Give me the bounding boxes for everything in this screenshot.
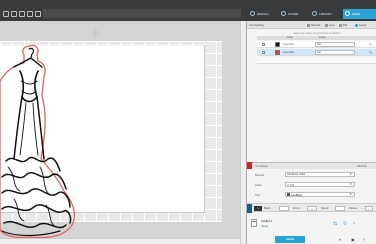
pause-icon[interactable]: ⏸ [339,237,341,242]
passes-field[interactable] [365,206,373,211]
add-tool-link[interactable]: Add Tool [357,165,367,168]
force-label: Force [293,207,300,210]
settings-title: Cut Setting [255,165,268,168]
tab-send[interactable]: SEND [343,9,376,19]
device-name: CAMEO 4 [261,220,273,223]
tool-label: Tool [255,194,260,197]
store-icon [281,11,286,16]
design-icon [250,11,255,16]
blade-depth-value[interactable]: 1 [254,206,262,211]
pen-icon[interactable]: ✎ [369,42,372,47]
row-color-name: Line color [283,51,294,54]
tab-design[interactable]: DESIGN [248,9,278,19]
instructions-text: Select the action you would like to perf… [293,32,341,35]
device-area: CAMEO 4 Ready ⇆ ↻ ⚙ [247,217,376,231]
tool-select[interactable]: AutoBlade [285,192,355,197]
send-icon [345,11,350,16]
passes-label: Passes [349,207,358,210]
mode-fill-label: Fill [343,23,347,27]
action-value: Cut [290,184,295,187]
save-icon[interactable] [19,11,25,17]
horizontal-scrollbar[interactable] [0,238,240,244]
blade-icon [287,193,290,196]
device-status: Ready [261,225,269,228]
chevron-down-icon: ▾ [350,172,352,176]
mode-line-label: Line [329,23,335,27]
force-field[interactable] [307,206,317,211]
table-row-empty [257,57,376,64]
row-action-select[interactable]: Cut [315,50,355,55]
table-row[interactable]: Line color Cut ✎ [257,49,376,56]
row-checkbox[interactable] [262,43,265,46]
tab-library[interactable]: LIBRARY [310,9,342,19]
settings-color-marker [247,162,252,169]
panel-title: Cut Setting [249,23,264,27]
chevron-down-icon: ▾ [350,182,352,186]
dress-design[interactable] [0,41,80,241]
mode-tabs: DESIGN STORE LIBRARY SEND [246,9,376,19]
blade-label: Blade [264,207,271,210]
blade-field[interactable] [279,206,289,211]
send-button[interactable]: SEND [275,236,305,243]
tab-label: LIBRARY [319,12,332,16]
document-tab[interactable] [43,9,241,18]
mode-simple-label: Simple [311,23,321,27]
feed-direction-icon [91,28,99,36]
action-label: Action [255,184,262,187]
row-color-name: Line color [283,43,294,46]
table-row[interactable]: Line color Cut ✎ [257,41,376,48]
mode-layer-radio[interactable] [355,24,358,27]
panel-header: Cut Setting Simple Line Fill Layer [247,21,376,29]
row-checkbox[interactable] [262,51,265,54]
tab-label: STORE [288,12,299,16]
tab-store[interactable]: STORE [279,9,309,19]
row-action-select[interactable]: Cut [315,42,355,47]
arrows-icon[interactable]: ⇆ [333,221,337,227]
column-header-color: Color [287,36,293,39]
open-file-icon[interactable] [11,11,17,17]
material-select[interactable]: Cardstock, Plain [285,172,355,177]
color-swatch [275,42,280,47]
material-label: Material [255,174,264,177]
settings-icon[interactable]: ⚙ [353,222,355,225]
cutter-device-icon [251,219,257,227]
mode-line-radio[interactable] [325,24,328,27]
mode-fill-radio[interactable] [339,24,342,27]
refresh-icon[interactable]: ↻ [343,221,347,227]
print-icon[interactable] [27,11,33,17]
action-select[interactable]: ✂ Cut [285,182,355,187]
speed-field[interactable] [335,206,345,211]
color-swatch [275,50,280,55]
blade-settings-row: 1 Blade Force Speed Passes [247,203,376,213]
pen-icon[interactable]: ✎ [369,50,372,55]
canvas-area[interactable] [0,21,246,244]
tool-value: AutoBlade [290,194,303,197]
undo-icon[interactable] [35,11,41,17]
chevron-down-icon: ▾ [350,192,352,196]
settings-header: Cut Setting Add Tool [247,162,376,169]
test-icon[interactable]: ▣ [351,237,355,242]
mode-layer-label: Layer [359,23,367,27]
column-header-action: Action [319,36,326,39]
library-icon [312,11,317,16]
table-header: Color Action [257,36,376,40]
tab-label: SEND [352,12,361,16]
blade-color-marker [247,204,252,213]
menu-icon[interactable] [3,11,9,17]
tab-label: DESIGN [257,12,269,16]
top-toolbar: DESIGN STORE LIBRARY SEND [0,0,376,21]
mode-simple-radio[interactable] [307,24,310,27]
send-panel: Cut Setting Simple Line Fill Layer Selec… [246,21,376,244]
help-icon[interactable]: ? [363,237,365,242]
speed-label: Speed [321,207,329,210]
